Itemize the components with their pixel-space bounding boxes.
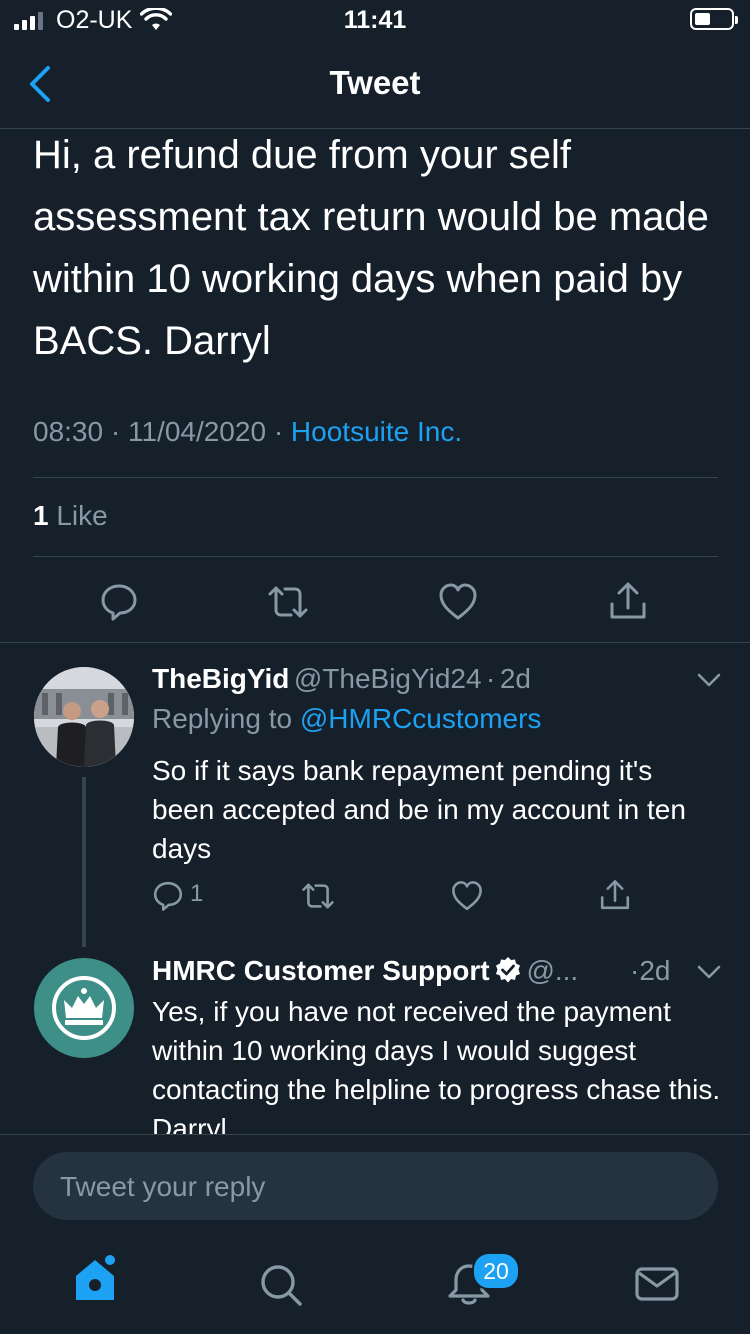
reply-header: HMRC Customer Support @... <box>152 955 578 987</box>
reply-text: Yes, if you have not received the paymen… <box>152 996 721 1134</box>
like-heart-icon[interactable] <box>438 582 478 622</box>
avatar-photo <box>34 667 134 767</box>
search-tab-icon[interactable] <box>258 1262 304 1308</box>
reply-author-handle[interactable]: @TheBigYid24 <box>294 663 482 694</box>
reply-author-name[interactable]: TheBigYid <box>152 663 289 694</box>
reply-author-handle[interactable]: @... <box>526 955 578 986</box>
reply-age: 2d <box>639 955 671 986</box>
avatar[interactable] <box>34 958 134 1058</box>
retweet-icon[interactable] <box>266 582 310 622</box>
thread-line <box>82 777 86 947</box>
reply-icon[interactable] <box>152 880 184 912</box>
messages-tab-icon[interactable] <box>634 1264 680 1304</box>
likes-label: Like <box>56 500 108 531</box>
tweet-text: Hi, a refund due from your self assessme… <box>33 133 709 363</box>
status-time: 11:41 <box>343 6 407 34</box>
reply-icon[interactable] <box>99 582 139 622</box>
likes-count-link[interactable]: 1 Like <box>33 500 108 532</box>
divider <box>33 477 718 478</box>
like-heart-icon[interactable] <box>451 880 483 912</box>
reply-input[interactable] <box>58 1152 702 1222</box>
reply-count: 1 <box>190 880 204 907</box>
divider <box>0 642 750 643</box>
likes-count: 1 <box>33 500 49 531</box>
retweet-icon[interactable] <box>300 880 336 912</box>
page-title: Tweet <box>329 64 421 101</box>
chevron-down-icon[interactable] <box>696 962 722 982</box>
tweet-date: 11/04/2020 <box>127 416 267 447</box>
tweet-source-link[interactable]: Hootsuite Inc. <box>291 416 462 447</box>
verified-badge-icon <box>496 957 520 983</box>
crown-logo-icon <box>52 976 116 1040</box>
divider <box>0 1134 750 1135</box>
reply-text: So if it says bank repayment pending it'… <box>152 755 686 864</box>
reply-age-wrapper: ·2d <box>630 955 671 986</box>
status-bar: O2-UK 11:41 <box>0 0 750 40</box>
tweet-meta: 08:30 · 11/04/2020 · Hootsuite Inc. <box>33 416 463 447</box>
mention-link[interactable]: @HMRCcustomers <box>300 703 542 734</box>
share-icon[interactable] <box>599 878 631 912</box>
avatar[interactable] <box>34 667 134 767</box>
chevron-down-icon[interactable] <box>696 670 722 690</box>
replying-to: Replying to @HMRCcustomers <box>152 703 542 734</box>
battery-icon <box>690 8 738 30</box>
reply-composer[interactable] <box>33 1152 718 1222</box>
tweet-time: 08:30 <box>33 416 104 447</box>
reply-age: 2d <box>499 663 531 694</box>
share-icon[interactable] <box>608 580 648 622</box>
home-tab-icon[interactable] <box>68 1252 122 1306</box>
notifications-badge: 20 <box>472 1252 520 1290</box>
reply-header: TheBigYid @TheBigYid24 · 2d <box>152 663 531 694</box>
divider <box>33 556 718 557</box>
reply-author-name[interactable]: HMRC Customer Support <box>152 955 490 986</box>
